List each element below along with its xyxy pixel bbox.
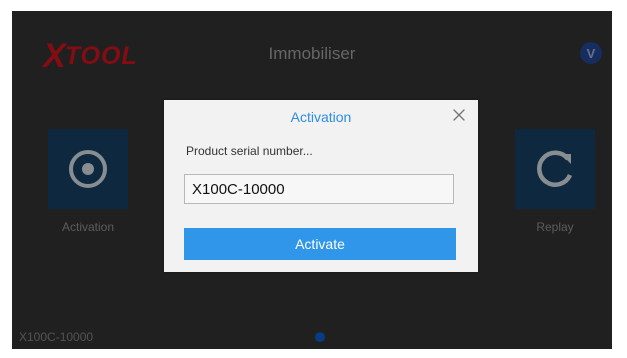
activate-button[interactable]: Activate bbox=[184, 228, 456, 260]
device-screen: X TOOL Immobiliser V Activation Replay X… bbox=[12, 11, 612, 349]
serial-number-input[interactable] bbox=[184, 174, 454, 204]
close-icon bbox=[453, 109, 465, 121]
dialog-title: Activation bbox=[290, 109, 352, 125]
close-button[interactable] bbox=[449, 105, 469, 125]
serial-field-label: Product serial number... bbox=[186, 144, 313, 158]
activation-dialog: Activation Product serial number... Acti… bbox=[164, 100, 478, 272]
